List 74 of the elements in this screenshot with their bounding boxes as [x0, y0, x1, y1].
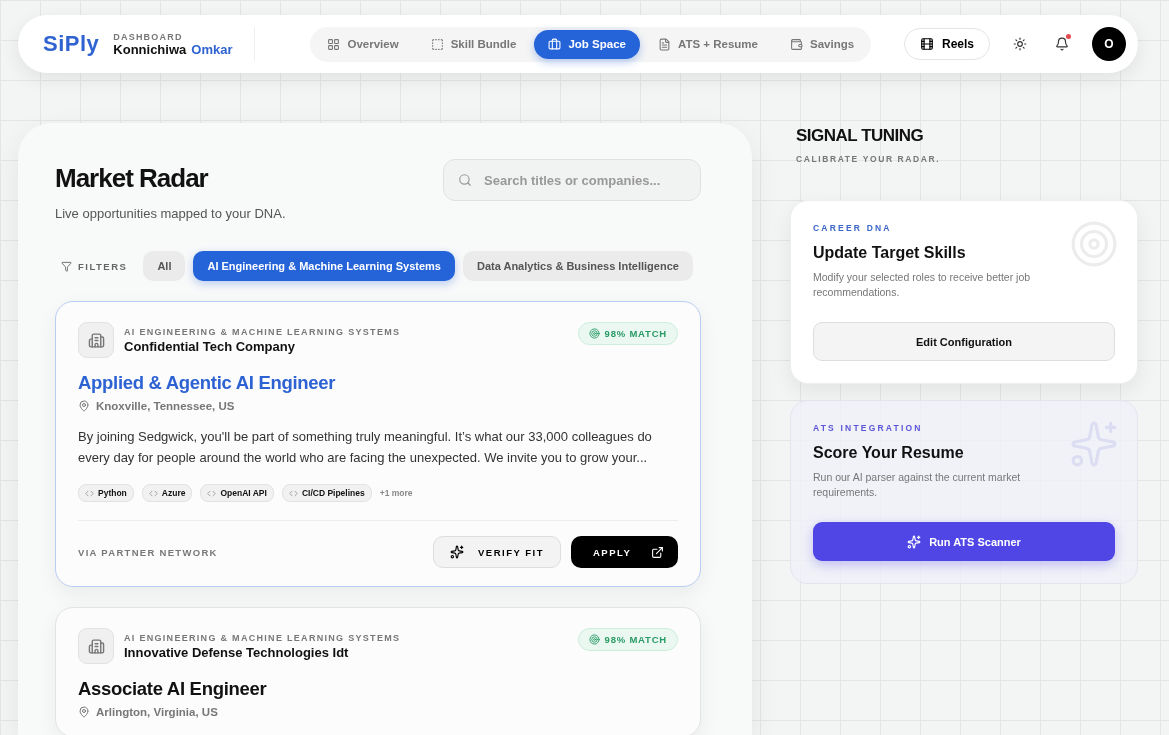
search-field[interactable]: Search titles or companies...	[443, 159, 701, 201]
code-icon	[148, 488, 158, 498]
filter-chip[interactable]: AI Engineering & Machine Learning Systems	[193, 251, 455, 281]
document-icon	[658, 37, 671, 51]
nav-tab[interactable]: Overview	[313, 29, 413, 59]
external-link-icon	[651, 545, 664, 559]
job-title[interactable]: Applied & Agentic AI Engineer	[78, 372, 678, 394]
card-description: Modify your selected roles to receive better job recommendations.	[813, 270, 1032, 300]
dashed-square-icon	[430, 37, 444, 51]
map-pin-icon	[78, 706, 90, 718]
sun-icon	[1013, 37, 1027, 51]
grid-icon	[327, 37, 341, 51]
job-category: AI ENGINEERING & MACHINE LEARNING SYSTEMS	[124, 632, 401, 643]
verify-fit-button[interactable]: VERIFY FIT	[432, 536, 561, 568]
job-card[interactable]: AI ENGINEERING & MACHINE LEARNING SYSTEMS Innovative Defense Technologies Idt 98% MATCH Associate AI Engineer Arlington, Virginia, US	[55, 607, 701, 735]
filters-label: FILTERS	[78, 260, 128, 272]
film-icon	[919, 37, 934, 51]
apply-button[interactable]: APPLY	[571, 536, 678, 568]
nav-tab[interactable]: Skill Bundle	[416, 29, 531, 59]
section-subtitle: CALIBRATE YOUR RADAR.	[796, 154, 942, 164]
user-name: Omkar	[191, 41, 233, 57]
match-text: 98% MATCH	[604, 328, 667, 339]
reels-button[interactable]: Reels	[903, 28, 990, 60]
notification-dot	[1066, 34, 1071, 39]
job-title[interactable]: Associate AI Engineer	[78, 678, 678, 700]
run-scanner-button[interactable]: Run ATS Scanner	[813, 522, 1115, 561]
job-location: Arlington, Virginia, US	[96, 706, 218, 718]
job-description: By joining Sedgwick, you'll be part of something truly meaningful. It’s what our 33,000 colleagues do every day for people around the world who are facing the unexpected. We invite you to grow your...	[78, 428, 653, 467]
section-title: SIGNAL TUNING	[796, 126, 925, 146]
wallet-icon	[790, 37, 803, 51]
card-title: Update Target Skills	[813, 244, 967, 262]
page-subtitle: Live opportunities mapped to your DNA.	[55, 206, 286, 221]
map-pin-icon	[78, 400, 90, 412]
dashboard-label: DASHBOARD	[113, 31, 184, 42]
skill-tag-text: Python	[98, 488, 127, 498]
nav-tab[interactable]: Job Space	[534, 29, 640, 59]
job-category: AI ENGINEERING & MACHINE LEARNING SYSTEMS	[124, 326, 401, 337]
source-label: VIA PARTNER NETWORK	[78, 546, 218, 558]
filter-chip[interactable]: Data Analytics & Business Intelligence	[462, 251, 693, 281]
skill-tag-text: Azure	[161, 488, 186, 498]
skill-tag-text: CI/CD Pipelines	[301, 488, 365, 498]
briefcase-icon	[548, 37, 562, 51]
target-icon	[588, 634, 600, 645]
filter-icon	[61, 260, 72, 272]
building-icon	[78, 628, 114, 664]
building-icon	[78, 322, 114, 358]
target-icon	[588, 328, 600, 339]
card-eyebrow: ATS INTEGRATION	[813, 423, 924, 433]
user-avatar[interactable]: O	[1092, 27, 1126, 61]
job-location: Knoxville, Tennessee, US	[96, 400, 235, 412]
search-icon	[458, 173, 472, 187]
company-name: Confidential Tech Company	[124, 338, 296, 354]
job-card[interactable]	[55, 301, 701, 587]
sparkle-icon	[907, 534, 922, 549]
code-icon	[207, 488, 217, 498]
code-icon	[85, 488, 94, 498]
card-title: Score Your Resume	[813, 444, 965, 462]
bell-icon	[1055, 37, 1069, 51]
skill-tag-text: OpenAI API	[220, 488, 267, 498]
nav-tab[interactable]: ATS + Resume	[644, 29, 772, 59]
match-text: 98% MATCH	[604, 634, 667, 645]
sparkle-icon	[449, 545, 464, 559]
filter-chip[interactable]: All	[143, 251, 186, 281]
page-title: Market Radar	[55, 163, 210, 194]
edit-configuration-button[interactable]: Edit Configuration	[813, 322, 1115, 361]
search-input[interactable]: Search titles or companies...	[482, 171, 686, 189]
greeting: Konnichiwa	[113, 41, 187, 57]
card-eyebrow: CAREER DNA	[813, 223, 893, 233]
code-icon	[288, 488, 298, 498]
more-tags-label: +1 more	[379, 488, 413, 498]
nav-tab[interactable]: Savings	[776, 29, 869, 59]
company-name: Innovative Defense Technologies Idt	[124, 644, 350, 660]
logo[interactable]: SiPly	[43, 31, 100, 57]
card-description: Run our AI parser against the current market requirements.	[813, 470, 1022, 500]
